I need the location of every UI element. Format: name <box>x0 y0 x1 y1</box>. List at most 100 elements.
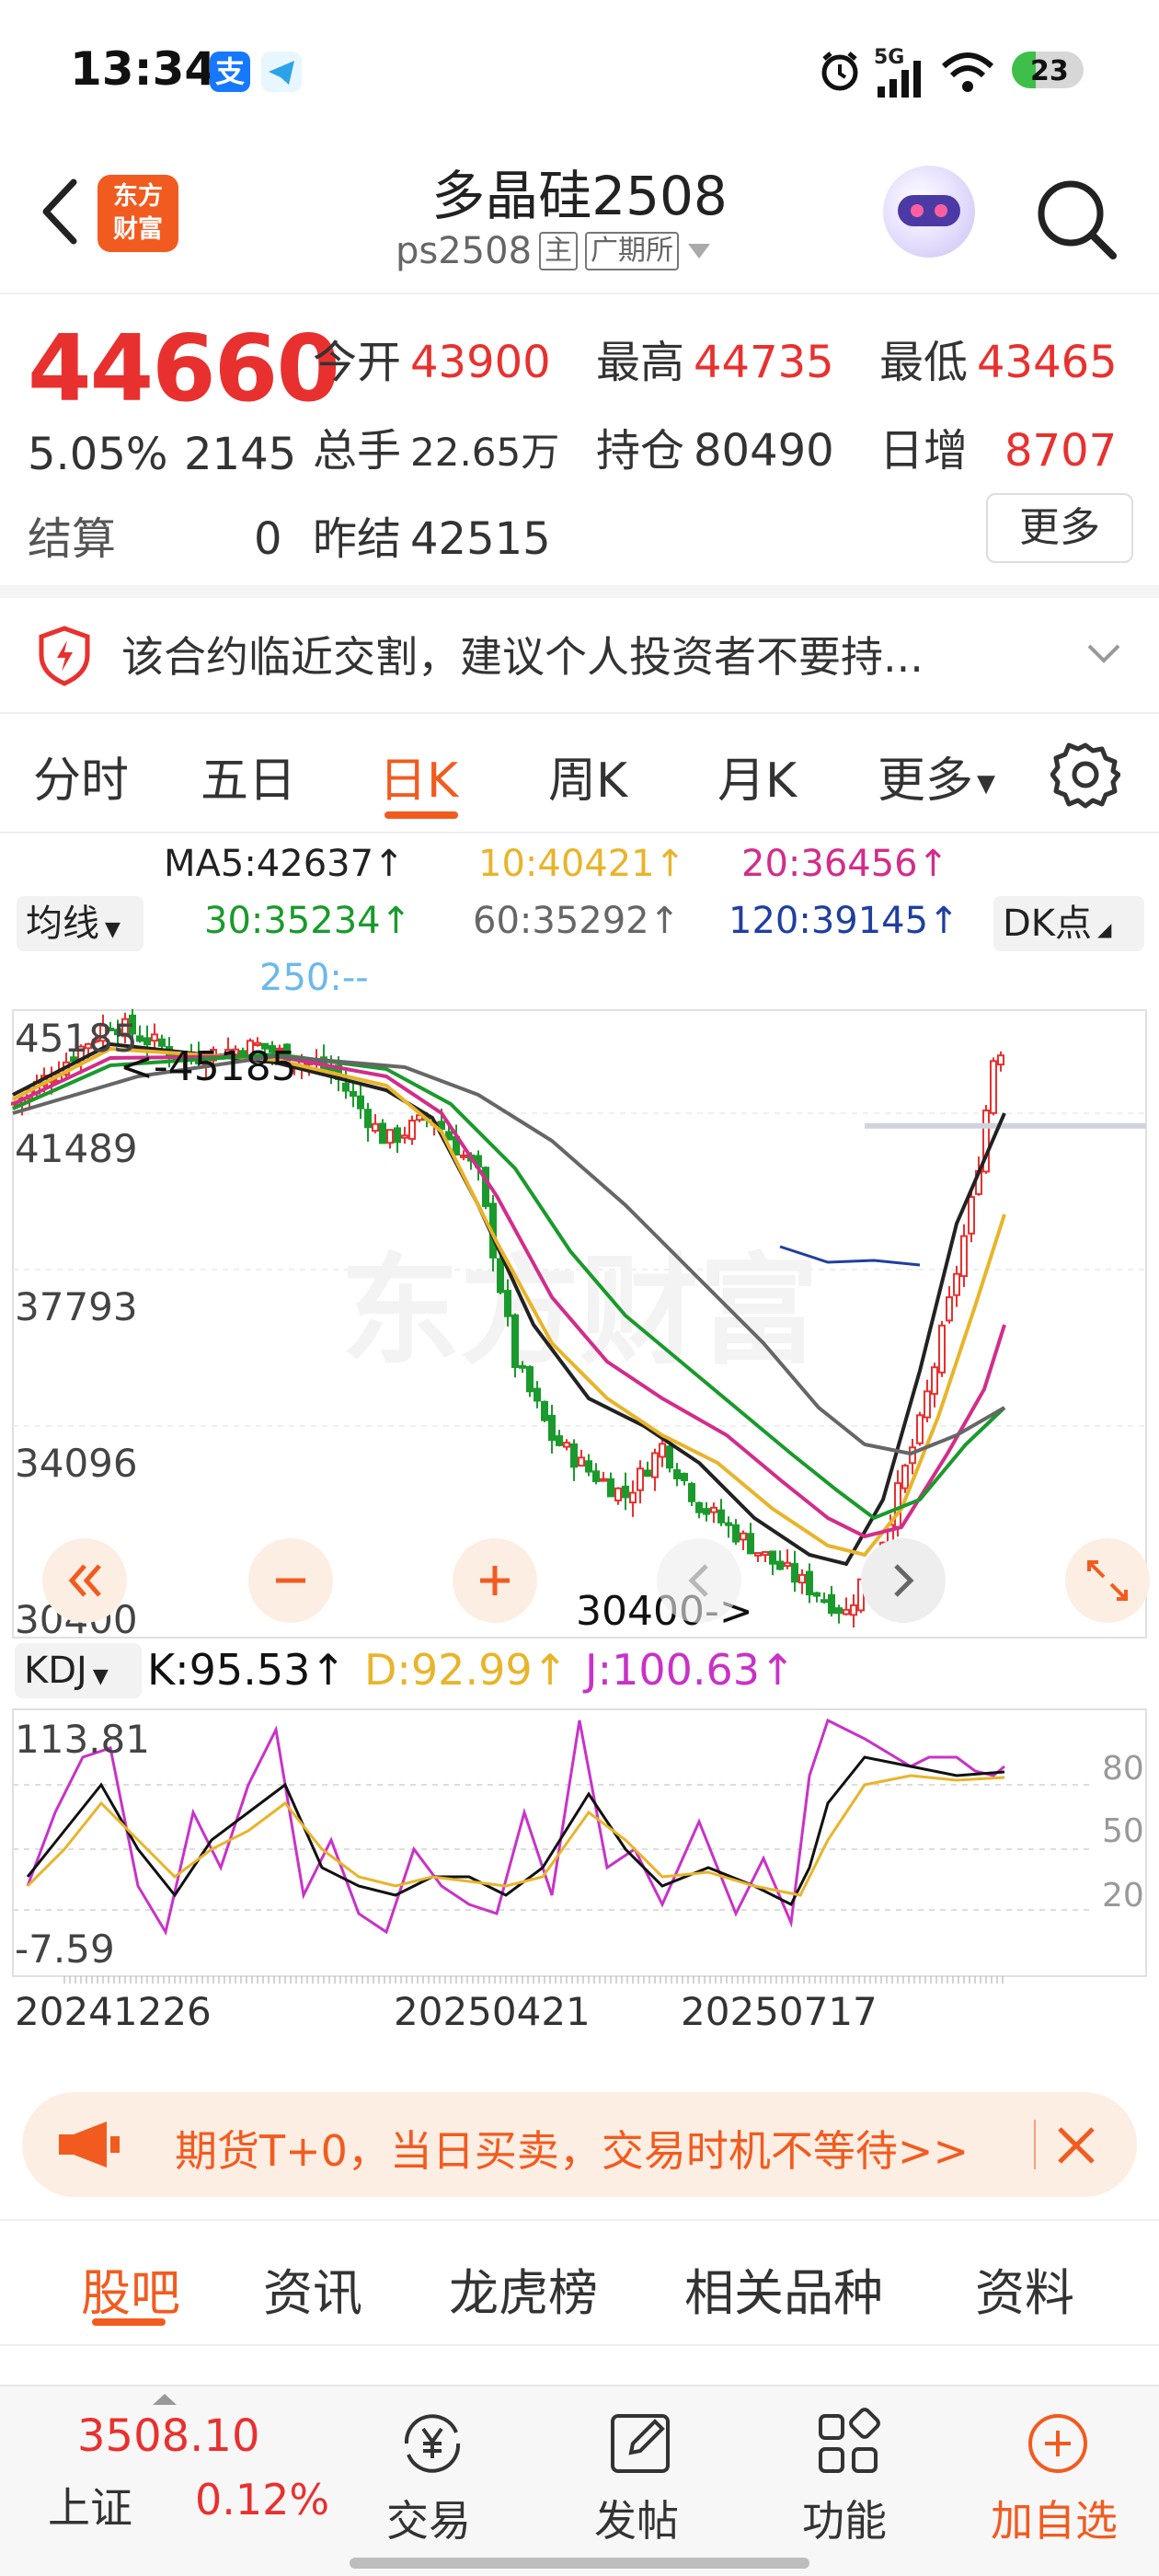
date-label-0: 20241226 <box>15 1989 212 2034</box>
main-contract-tag: 主 <box>539 232 579 270</box>
logo-text-2: 财富 <box>113 215 163 244</box>
tab-profile[interactable]: 资料 <box>975 2252 1074 2325</box>
stat-low: 最低 43465 <box>879 337 1118 388</box>
shield-alert-icon <box>39 626 90 686</box>
status-time: 13:34 <box>70 42 217 96</box>
chevron-left-icon <box>688 1564 708 1597</box>
back-arrow-icon[interactable] <box>33 175 88 248</box>
contract-title: 多晶硅2508 <box>431 165 728 227</box>
ma60-value: 60:35292↑ <box>473 900 681 942</box>
ma-selector[interactable]: 均线 ▼ <box>17 896 143 951</box>
kdj-k-value: K:95.53↑ <box>147 1645 346 1695</box>
tab-more-label: 更多 <box>878 753 974 809</box>
change-percent: 5.05% <box>28 429 168 480</box>
index-change: 0.12% <box>195 2475 330 2524</box>
tab-daily-k[interactable]: 日K <box>379 742 458 811</box>
change-value: 2145 <box>184 429 297 480</box>
zoom-out-button[interactable] <box>248 1538 333 1623</box>
tab-more[interactable]: 更多 ▼ <box>878 742 995 811</box>
tab-intraday[interactable]: 分时 <box>33 742 129 811</box>
logo-text-1: 东方 <box>113 182 163 211</box>
tab-five-day[interactable]: 五日 <box>201 742 296 811</box>
exchange-tag: 广期所 <box>585 232 680 270</box>
candles <box>11 1008 1004 1628</box>
chevron-down-icon[interactable] <box>1085 640 1122 668</box>
promo-divider <box>0 2219 1159 2221</box>
kdj-level-20: 20 <box>1102 1877 1144 1915</box>
more-stats-button[interactable]: 更多 <box>986 493 1133 563</box>
fullscreen-button[interactable] <box>1065 1538 1150 1623</box>
yen-exchange-icon <box>404 2414 461 2473</box>
telegram-icon <box>261 52 302 92</box>
kdj-min-label: -7.59 <box>15 1926 115 1972</box>
grid-icon <box>819 2408 880 2473</box>
ma20-value: 20:36456↑ <box>741 843 949 885</box>
nav-add-watchlist[interactable]: 加自选 <box>981 2385 1128 2569</box>
nav-post[interactable]: 发帖 <box>563 2385 710 2569</box>
kdj-selector[interactable]: KDJ ▼ <box>15 1643 142 1698</box>
bottom-tab-indicator <box>92 2318 166 2326</box>
tabs-divider <box>0 832 1159 834</box>
search-icon[interactable] <box>1030 173 1122 265</box>
nav-trade[interactable]: 交易 <box>355 2385 502 2569</box>
zoom-in-button[interactable] <box>453 1538 537 1623</box>
index-ticker[interactable]: 3508.10 上证 0.12% <box>37 2385 340 2569</box>
contract-subtitle[interactable]: ps2508 主 广期所 <box>396 230 763 272</box>
assistant-avatar[interactable] <box>883 166 975 258</box>
index-value: 3508.10 <box>77 2410 260 2462</box>
section-gap <box>0 585 1159 598</box>
ma250-value: 250:-- <box>259 957 369 999</box>
scroll-left-button[interactable] <box>657 1538 741 1623</box>
delivery-warning-banner[interactable]: 该合约临近交割，建议个人投资者不要持... <box>0 598 1159 712</box>
tab-guba[interactable]: 股吧 <box>81 2252 180 2325</box>
edit-icon <box>611 2414 670 2473</box>
expand-icon <box>1087 1560 1128 1601</box>
kdj-j-value: J:100.63↑ <box>585 1645 796 1695</box>
stat-open-interest: 持仓 80490 <box>596 425 834 477</box>
app-logo[interactable]: 东方 财富 <box>98 175 178 252</box>
tab-news[interactable]: 资讯 <box>263 2252 362 2325</box>
kdj-max-label: 113.81 <box>15 1717 150 1762</box>
settings-gear-icon[interactable] <box>1050 740 1120 810</box>
home-indicator <box>350 2558 809 2569</box>
promo-banner[interactable]: 期货T+0，当日买卖，交易时机不等待>> <box>22 2092 1137 2197</box>
wifi-icon <box>941 52 994 92</box>
date-label-2: 20250717 <box>681 1989 878 2034</box>
kline-chart[interactable]: 东方财富 <box>0 1003 1159 1647</box>
close-icon[interactable] <box>1050 2120 1102 2171</box>
y-label-2: 37793 <box>15 1284 138 1329</box>
alipay-icon: 支 <box>210 52 250 92</box>
kdj-selector-label: KDJ <box>24 1650 87 1692</box>
kdj-level-80: 80 <box>1102 1750 1144 1788</box>
date-label-1: 20250421 <box>394 1989 591 2034</box>
triangle-down-icon <box>688 244 711 259</box>
status-bar: 13:34 支 5G 23 <box>0 0 1159 138</box>
tab-dragon-tiger[interactable]: 龙虎榜 <box>449 2252 598 2325</box>
scroll-right-button[interactable] <box>861 1538 946 1623</box>
plus-icon <box>480 1566 510 1595</box>
high-marker: <-45185 <box>120 1043 297 1090</box>
signal-icon <box>878 61 921 98</box>
contract-code: ps2508 <box>396 230 533 272</box>
ma30-value: 30:35234↑ <box>204 900 412 942</box>
bottom-nav: 3508.10 上证 0.12% 交易 发帖 功能 加自选 <box>0 2385 1159 2576</box>
stat-prev-settlement: 昨结 42515 <box>313 513 551 565</box>
scroll-left-fast-button[interactable] <box>42 1538 127 1623</box>
stat-daily-increase: 日增 8707 <box>879 425 1118 477</box>
tab-monthly-k[interactable]: 月K <box>717 742 797 811</box>
nav-trade-label: 交易 <box>386 2496 471 2546</box>
chevron-right-icon <box>894 1564 914 1597</box>
kdj-level-50: 50 <box>1102 1812 1144 1850</box>
stat-open: 今开 43900 <box>313 337 551 388</box>
nav-functions-label: 功能 <box>802 2496 887 2546</box>
nav-functions[interactable]: 功能 <box>771 2385 918 2569</box>
stat-settlement: 结算 0 <box>28 513 282 565</box>
ma5-value: MA5:42637↑ <box>164 843 405 885</box>
nav-add-watchlist-label: 加自选 <box>991 2496 1118 2546</box>
tab-related[interactable]: 相关品种 <box>684 2252 883 2325</box>
ma-selector-label: 均线 <box>26 903 99 945</box>
kdj-chart[interactable] <box>0 1702 1159 2033</box>
tab-weekly-k[interactable]: 周K <box>548 742 627 811</box>
battery-icon: 23 <box>1012 52 1084 88</box>
dk-point-toggle[interactable]: DK点 ◢ <box>993 896 1144 951</box>
